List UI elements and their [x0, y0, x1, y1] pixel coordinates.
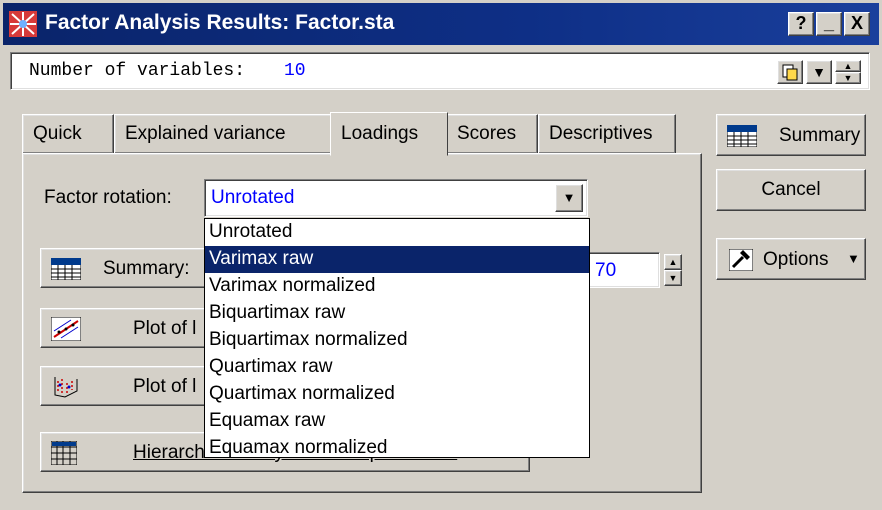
factor-rotation-select[interactable]: Unrotated ▼	[204, 179, 588, 217]
title-bar[interactable]: Factor Analysis Results: Factor.sta ? _ …	[3, 3, 879, 45]
help-button[interactable]: ?	[788, 12, 814, 36]
summary-loadings-label: Summary:	[103, 258, 190, 279]
options-button-label: Options	[763, 249, 829, 270]
tab-bar: Quick Explained variance Loadings Scores…	[22, 112, 702, 156]
dropdown-option-selected[interactable]: Varimax raw	[205, 246, 589, 273]
close-button[interactable]: X	[844, 12, 870, 36]
dropdown-option[interactable]: Equamax raw	[205, 408, 589, 435]
scatter-plot-icon	[50, 316, 82, 347]
dropdown-option[interactable]: Varimax normalized	[205, 273, 589, 300]
tab-quick[interactable]: Quick	[22, 114, 114, 154]
tab-loadings[interactable]: Loadings	[330, 112, 448, 156]
dropdown-option[interactable]: Quartimax normalized	[205, 381, 589, 408]
copy-icon[interactable]	[777, 60, 803, 84]
minimize-button[interactable]: _	[816, 12, 842, 36]
tab-descriptives[interactable]: Descriptives	[538, 114, 676, 154]
dropdown-option[interactable]: Quartimax raw	[205, 354, 589, 381]
3d-plot-icon	[51, 375, 81, 405]
app-icon	[9, 11, 37, 37]
summary-button[interactable]: Summary	[716, 114, 866, 156]
dropdown-option[interactable]: Biquartimax raw	[205, 300, 589, 327]
window-title: Factor Analysis Results: Factor.sta	[45, 11, 395, 34]
dropdown-arrow-icon[interactable]: ▼	[806, 60, 832, 84]
summary-table-icon	[50, 257, 82, 286]
factor-rotation-label: Factor rotation:	[44, 187, 172, 208]
factor-rotation-value: Unrotated	[211, 187, 295, 208]
value-field[interactable]: 70	[578, 252, 660, 288]
dropdown-option[interactable]: Equamax normalized	[205, 435, 589, 462]
tab-explained-variance[interactable]: Explained variance	[114, 114, 332, 154]
chevron-down-icon[interactable]: ▼	[555, 184, 583, 212]
summary-table-icon	[726, 124, 758, 153]
spin-down-button[interactable]: ▼	[835, 72, 861, 84]
variables-count-label: Number of variables:	[29, 61, 246, 81]
spin-up-button[interactable]: ▲	[835, 60, 861, 72]
caret-down-icon: ▼	[847, 251, 860, 266]
dropdown-option[interactable]: Biquartimax normalized	[205, 327, 589, 354]
summary-button-label: Summary	[779, 125, 861, 146]
value-field-text: 70	[595, 260, 617, 281]
hierarchical-table-icon	[50, 440, 78, 471]
spin-down-button[interactable]: ▼	[664, 270, 682, 286]
options-button[interactable]: Options ▼	[716, 238, 866, 280]
variables-count-value: 10	[284, 61, 306, 81]
options-hammer-icon	[728, 248, 754, 277]
cancel-button-label: Cancel	[761, 179, 821, 200]
dropdown-option[interactable]: Unrotated	[205, 219, 589, 246]
plot-loadings-3d-label: Plot of l	[133, 376, 197, 397]
spin-up-button[interactable]: ▲	[664, 254, 682, 270]
plot-loadings-2d-label: Plot of l	[133, 318, 197, 339]
factor-rotation-dropdown-list: Unrotated Varimax raw Varimax normalized…	[204, 218, 590, 458]
cancel-button[interactable]: Cancel	[716, 169, 866, 211]
info-bar: Number of variables: 10 ▼ ▲ ▼	[10, 52, 870, 90]
tab-scores[interactable]: Scores	[446, 114, 538, 154]
